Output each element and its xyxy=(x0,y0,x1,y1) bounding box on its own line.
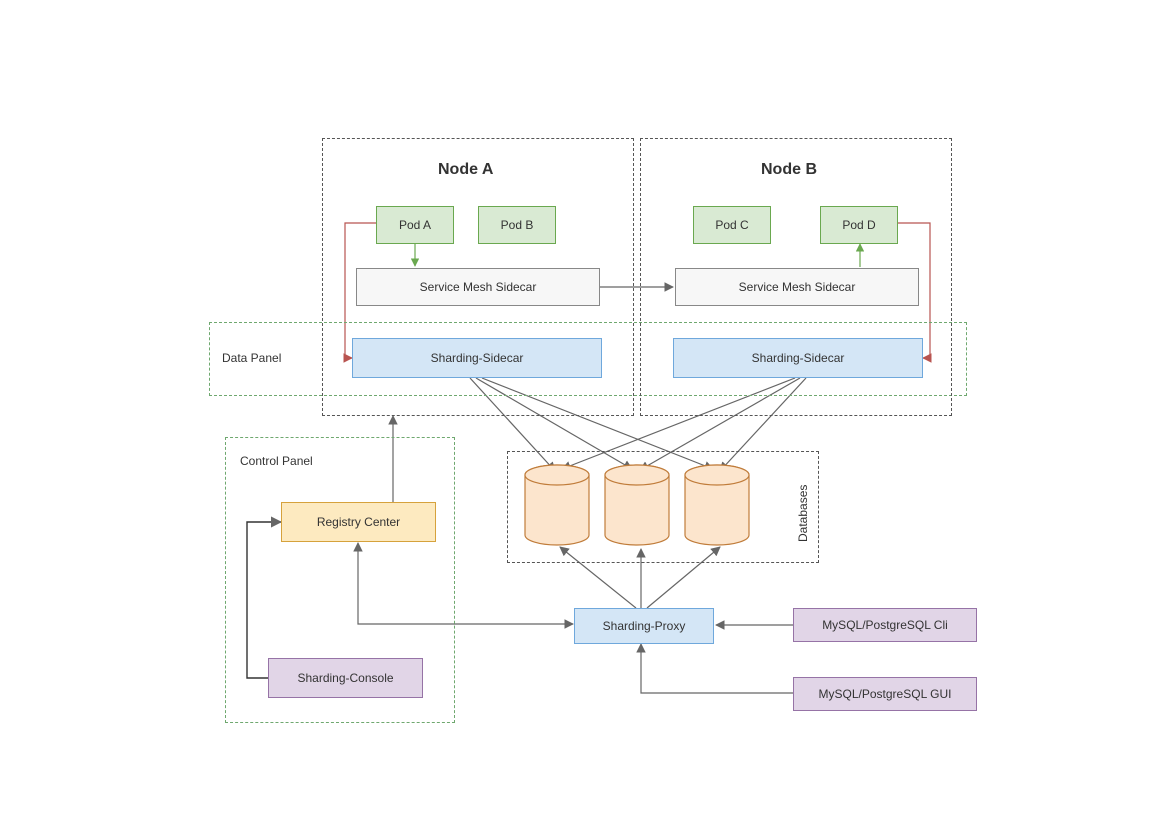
pod-b: Pod B xyxy=(478,206,556,244)
pod-a-label: Pod A xyxy=(399,218,431,232)
node-b-title: Node B xyxy=(761,161,817,179)
sharding-sidecar-a: Sharding-Sidecar xyxy=(352,338,602,378)
service-mesh-a-label: Service Mesh Sidecar xyxy=(420,280,537,294)
databases-label: Databases xyxy=(796,472,810,542)
pod-a: Pod A xyxy=(376,206,454,244)
mysql-gui-client: MySQL/PostgreSQL GUI xyxy=(793,677,977,711)
registry-center-label: Registry Center xyxy=(317,515,400,529)
node-a-title: Node A xyxy=(438,161,493,179)
sharding-sidecar-b-label: Sharding-Sidecar xyxy=(752,351,845,365)
mysql-gui-label: MySQL/PostgreSQL GUI xyxy=(819,687,952,701)
sharding-console-label: Sharding-Console xyxy=(297,671,393,685)
sharding-console: Sharding-Console xyxy=(268,658,423,698)
control-panel-label: Control Panel xyxy=(240,454,313,468)
sharding-sidecar-b: Sharding-Sidecar xyxy=(673,338,923,378)
service-mesh-b: Service Mesh Sidecar xyxy=(675,268,919,306)
registry-center: Registry Center xyxy=(281,502,436,542)
mysql-cli-label: MySQL/PostgreSQL Cli xyxy=(822,618,948,632)
diagram-stage: Data Panel Node A Node B Pod A Pod B Pod… xyxy=(0,0,1169,827)
mysql-cli-client: MySQL/PostgreSQL Cli xyxy=(793,608,977,642)
databases-box: Databases xyxy=(507,451,819,563)
sharding-proxy: Sharding-Proxy xyxy=(574,608,714,644)
service-mesh-b-label: Service Mesh Sidecar xyxy=(739,280,856,294)
pod-b-label: Pod B xyxy=(501,218,534,232)
sharding-sidecar-a-label: Sharding-Sidecar xyxy=(431,351,524,365)
pod-d-label: Pod D xyxy=(842,218,875,232)
pod-c: Pod C xyxy=(693,206,771,244)
pod-c-label: Pod C xyxy=(715,218,748,232)
data-panel-label: Data Panel xyxy=(222,351,281,365)
sharding-proxy-label: Sharding-Proxy xyxy=(603,619,686,633)
pod-d: Pod D xyxy=(820,206,898,244)
service-mesh-a: Service Mesh Sidecar xyxy=(356,268,600,306)
